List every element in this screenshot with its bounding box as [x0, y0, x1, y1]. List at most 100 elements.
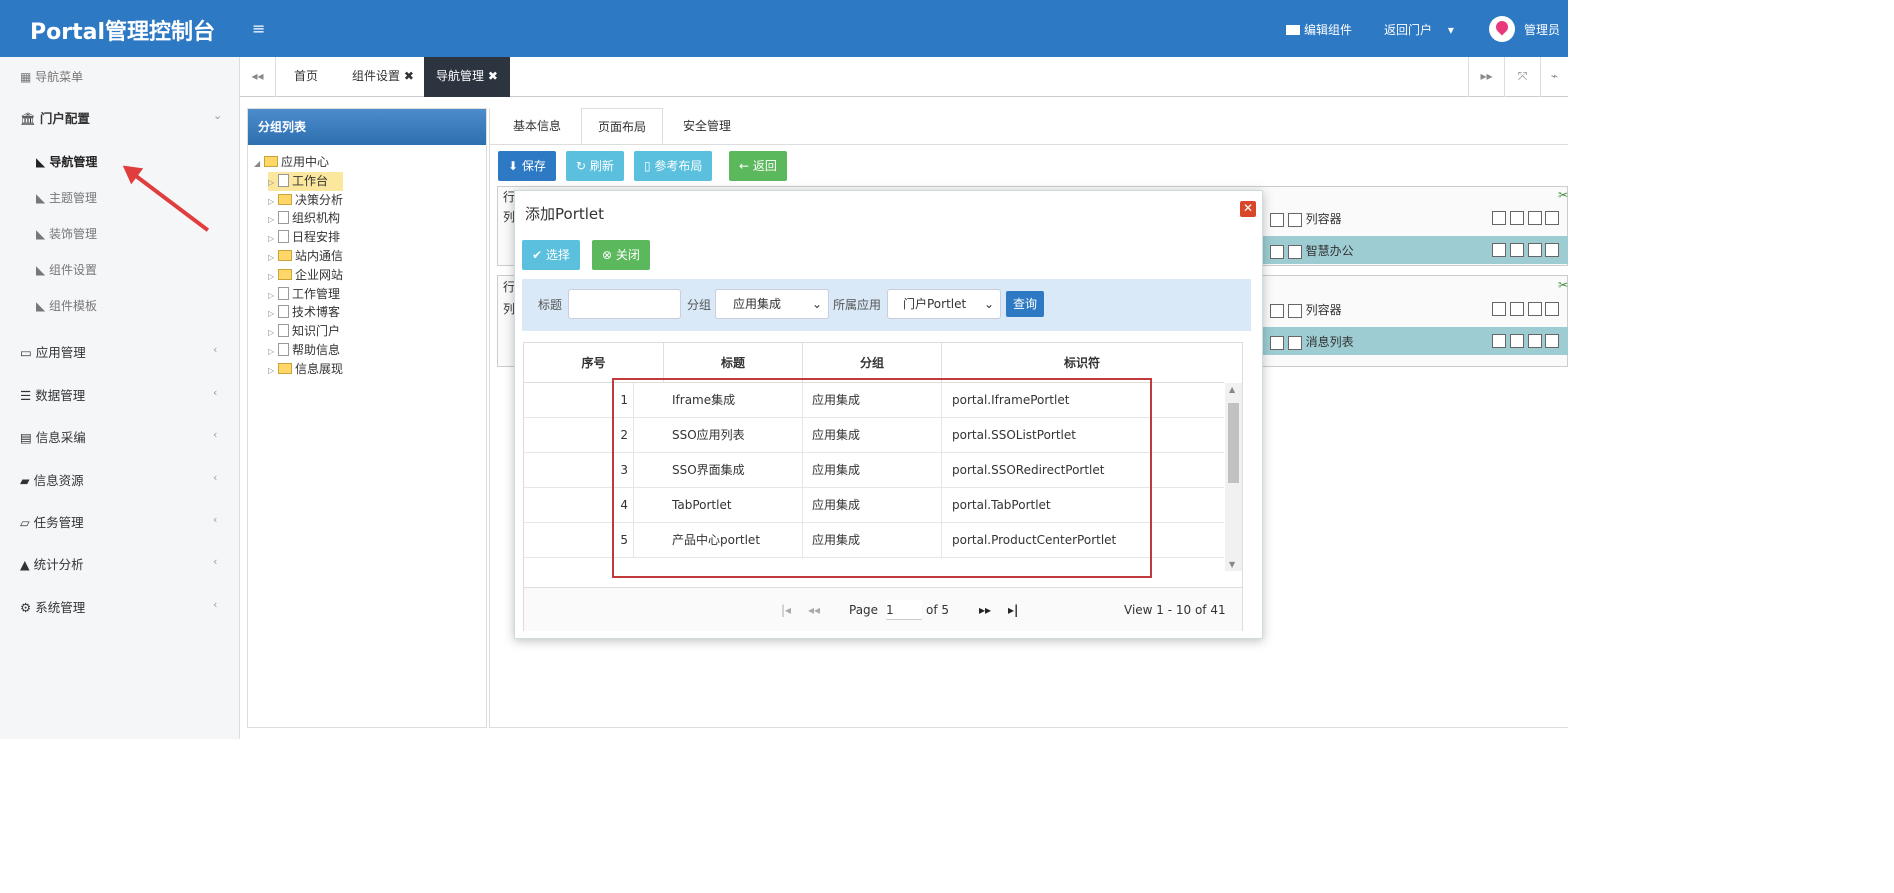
sidebar-item-info-edit[interactable]: ▤ 信息采编: [20, 427, 86, 446]
tree-node[interactable]: ▷ 站内通信: [268, 247, 343, 266]
fullscreen-icon[interactable]: ⤧: [1504, 57, 1540, 97]
close-icon[interactable]: ✖: [488, 69, 498, 83]
tree-node[interactable]: ▷ 技术博客: [268, 303, 343, 322]
expand-icon[interactable]: ▷: [268, 268, 278, 286]
delete-icon[interactable]: [1287, 303, 1302, 318]
expand-icon[interactable]: ◢: [254, 155, 264, 173]
select-button[interactable]: ✔ 选择: [522, 240, 580, 270]
close-button[interactable]: ⊗ 关闭: [592, 240, 650, 270]
sidebar-item-portal-config[interactable]: 🏛 门户配置: [20, 108, 90, 127]
expand-icon[interactable]: ▷: [268, 249, 278, 267]
sidebar-sub-decor[interactable]: ◣ 装饰管理: [36, 225, 97, 242]
expand-icon[interactable]: ▷: [268, 211, 278, 229]
export-icon[interactable]: [1492, 242, 1506, 257]
key-icon[interactable]: [1270, 335, 1284, 350]
delete-icon[interactable]: [1545, 242, 1560, 257]
back-portal-dropdown[interactable]: 返回门户 ▾: [1384, 21, 1454, 38]
sidebar-sub-component-template[interactable]: ◣ 组件模板: [36, 297, 97, 314]
col-header-identifier[interactable]: 标识符: [942, 343, 1222, 383]
sidebar-item-info-resource[interactable]: ▰ 信息资源: [20, 470, 84, 489]
tab-home[interactable]: 首页: [282, 57, 330, 97]
delete-icon[interactable]: [1287, 244, 1302, 259]
scroll-up-icon[interactable]: ▲: [1229, 385, 1235, 394]
scroll-thumb[interactable]: [1228, 403, 1239, 483]
sidebar-sub-component-settings[interactable]: ◣ 组件设置: [36, 261, 97, 278]
cut-icon[interactable]: [1509, 301, 1524, 316]
delete-icon[interactable]: [1545, 333, 1560, 348]
cut-icon[interactable]: [1509, 210, 1524, 225]
save-button[interactable]: ⬇ 保存: [498, 151, 556, 181]
add-icon[interactable]: [1527, 301, 1542, 316]
insert-icon[interactable]: [1492, 210, 1506, 225]
sidebar-item-app-manage[interactable]: ▭ 应用管理: [20, 342, 86, 361]
move-icon[interactable]: ✂: [1558, 278, 1568, 292]
add-icon[interactable]: [1527, 210, 1542, 225]
app-select[interactable]: 门户Portlet ⌄: [887, 289, 1001, 319]
col-header-title[interactable]: 标题: [664, 343, 803, 383]
tab-more-icon[interactable]: ⌁: [1540, 57, 1568, 97]
col-header-group[interactable]: 分组: [803, 343, 942, 383]
tab-page-layout[interactable]: 页面布局: [581, 108, 664, 144]
tab-component-settings[interactable]: 组件设置 ✖: [340, 57, 426, 97]
title-input[interactable]: [568, 289, 681, 319]
tree-node[interactable]: ▷ 组织机构: [268, 209, 343, 228]
edit-icon[interactable]: [1509, 333, 1524, 348]
sidebar-sub-nav-manage[interactable]: ◣ 导航管理: [36, 153, 97, 170]
expand-icon[interactable]: ▷: [268, 193, 278, 211]
delete-icon[interactable]: [1545, 210, 1560, 225]
dialog-close-icon[interactable]: ✕: [1240, 201, 1256, 217]
edit-components-button[interactable]: 编辑组件: [1286, 21, 1352, 38]
avatar[interactable]: [1489, 16, 1515, 42]
menu-toggle-icon[interactable]: ≡: [252, 19, 265, 38]
insert-icon[interactable]: [1492, 301, 1506, 316]
scroll-down-icon[interactable]: ▼: [1229, 560, 1235, 569]
expand-icon[interactable]: ▷: [268, 362, 278, 380]
first-page-icon[interactable]: |◂: [781, 588, 791, 632]
tree-node[interactable]: ▷ 企业网站: [268, 266, 343, 285]
expand-icon[interactable]: ▷: [268, 287, 278, 305]
key-icon[interactable]: [1527, 333, 1542, 348]
group-select[interactable]: 应用集成 ⌄: [715, 289, 829, 319]
grid-scrollbar[interactable]: ▲ ▼: [1225, 383, 1242, 571]
col-header-no[interactable]: 序号: [524, 343, 664, 383]
delete-icon[interactable]: [1287, 212, 1302, 227]
tree-node[interactable]: ▷ 信息展现: [268, 360, 343, 379]
page-input[interactable]: 1: [886, 600, 922, 620]
tree-node[interactable]: ▷ 帮助信息: [268, 341, 343, 360]
tab-scroll-right-icon[interactable]: ▸▸: [1468, 57, 1504, 97]
sidebar-item-stats[interactable]: ▲ 统计分析: [20, 554, 84, 573]
sidebar-sub-theme[interactable]: ◣ 主题管理: [36, 189, 97, 206]
tree-node[interactable]: ▷ 工作台: [268, 171, 344, 192]
key-icon[interactable]: [1527, 242, 1542, 257]
expand-icon[interactable]: ▷: [268, 174, 278, 192]
sidebar-item-task-manage[interactable]: ▱ 任务管理: [20, 512, 84, 531]
tree-node[interactable]: ▷ 工作管理: [268, 285, 343, 304]
tree-node[interactable]: ▷ 日程安排: [268, 228, 343, 247]
sidebar-item-system[interactable]: ⚙ 系统管理: [20, 597, 85, 616]
tab-scroll-left-icon[interactable]: ◂◂: [240, 57, 276, 97]
close-icon[interactable]: ✖: [404, 69, 414, 83]
tab-security[interactable]: 安全管理: [683, 108, 731, 144]
expand-icon[interactable]: ▷: [268, 230, 278, 248]
query-button[interactable]: 查询: [1006, 291, 1045, 317]
tab-nav-manage[interactable]: 导航管理 ✖: [424, 57, 510, 97]
delete-icon[interactable]: [1287, 335, 1302, 350]
move-icon[interactable]: ✂: [1558, 188, 1568, 202]
expand-icon[interactable]: ▷: [268, 324, 278, 342]
delete-icon[interactable]: [1545, 301, 1560, 316]
reference-layout-button[interactable]: ▯ 参考布局: [634, 151, 713, 181]
expand-icon[interactable]: ▷: [268, 305, 278, 323]
prev-page-icon[interactable]: ◂◂: [808, 588, 820, 632]
last-page-icon[interactable]: ▸|: [1008, 588, 1018, 632]
edit-icon[interactable]: [1509, 242, 1524, 257]
tree-node-root[interactable]: ◢ 应用中心: [254, 153, 343, 172]
next-page-icon[interactable]: ▸▸: [979, 588, 991, 632]
add-icon[interactable]: [1270, 303, 1284, 318]
tree-node[interactable]: ▷ 决策分析: [268, 191, 343, 210]
export-icon[interactable]: [1492, 333, 1506, 348]
user-name[interactable]: 管理员: [1524, 21, 1560, 38]
back-button[interactable]: ← 返回: [729, 151, 787, 181]
key-icon[interactable]: [1270, 244, 1284, 259]
add-icon[interactable]: [1270, 212, 1284, 227]
expand-icon[interactable]: ▷: [268, 343, 278, 361]
